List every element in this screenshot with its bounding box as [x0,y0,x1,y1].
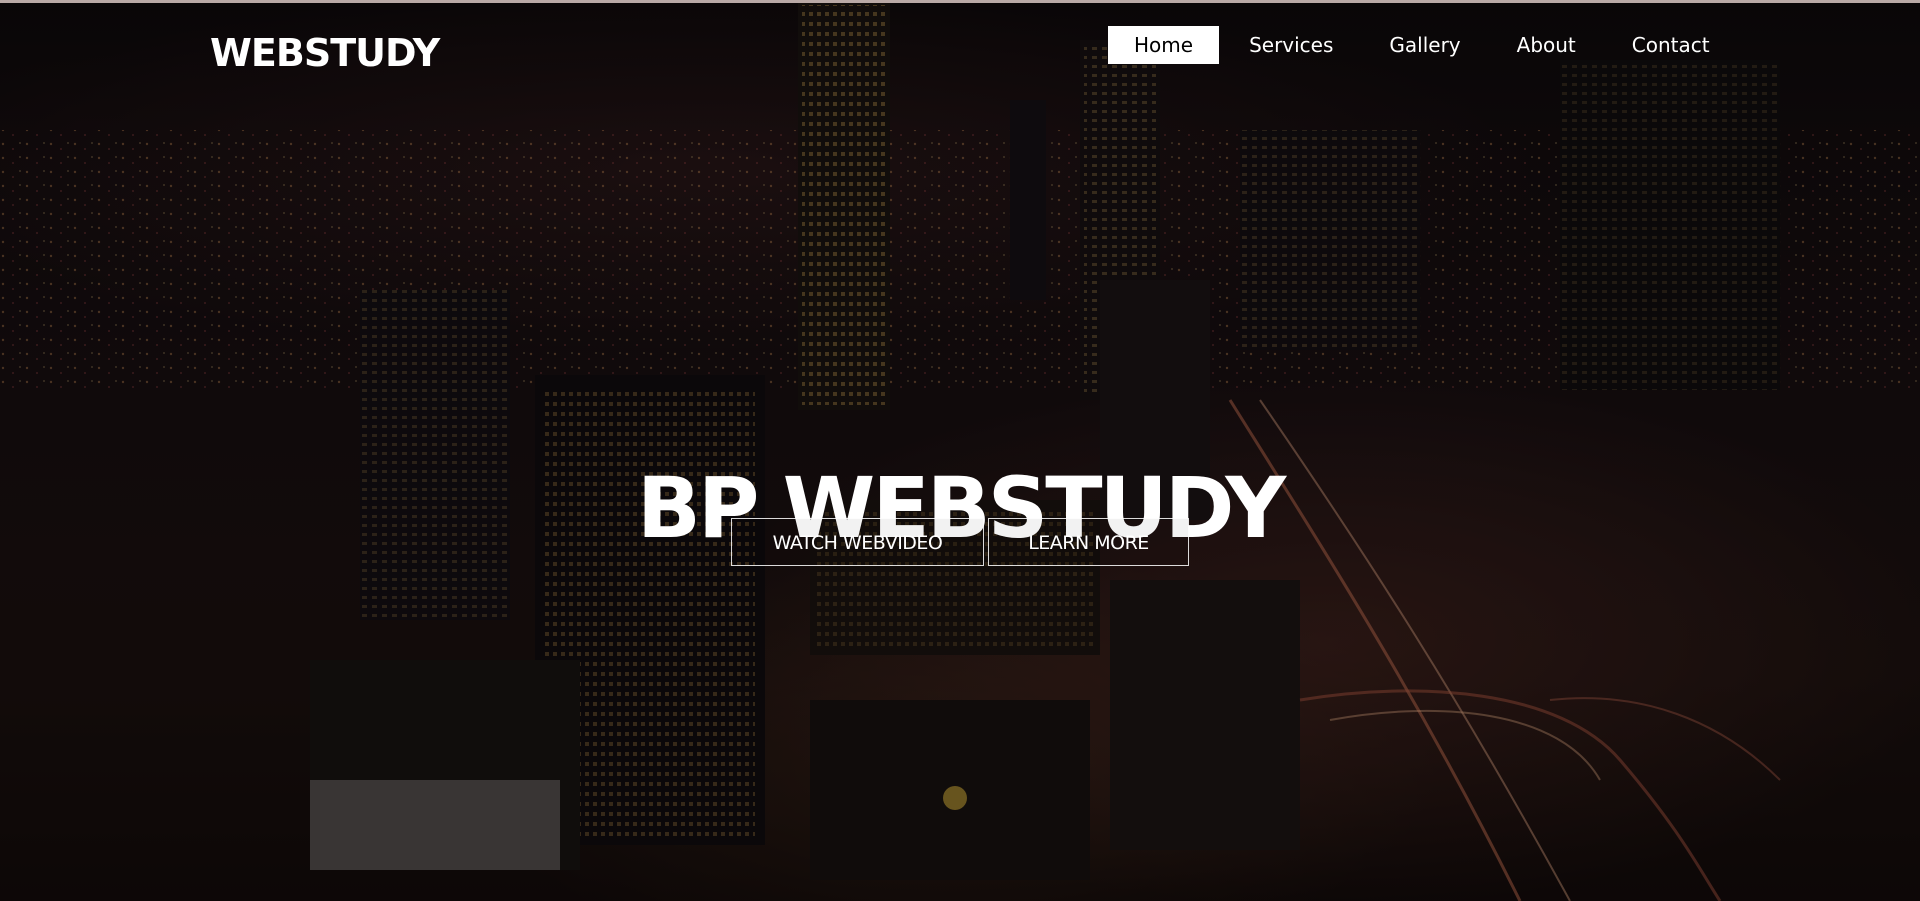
learn-more-button[interactable]: LEARN MORE [988,518,1189,566]
nav-item-home[interactable]: Home [1108,26,1220,64]
nav-item-contact[interactable]: Contact [1606,26,1736,64]
landing-page: WEBSTUDY Home Services Gallery About Con… [0,0,1920,901]
nav-item-about[interactable]: About [1491,26,1602,64]
hero-buttons: WATCH WEBVIDEO LEARN MORE [731,518,1189,566]
site-header: WEBSTUDY Home Services Gallery About Con… [0,3,1920,103]
dark-overlay [0,0,1920,901]
site-logo[interactable]: WEBSTUDY [210,30,440,76]
watch-webvideo-button[interactable]: WATCH WEBVIDEO [731,518,984,566]
nav-item-gallery[interactable]: Gallery [1363,26,1486,64]
main-nav: Home Services Gallery About Contact [1108,26,1740,64]
nav-item-services[interactable]: Services [1223,26,1359,64]
